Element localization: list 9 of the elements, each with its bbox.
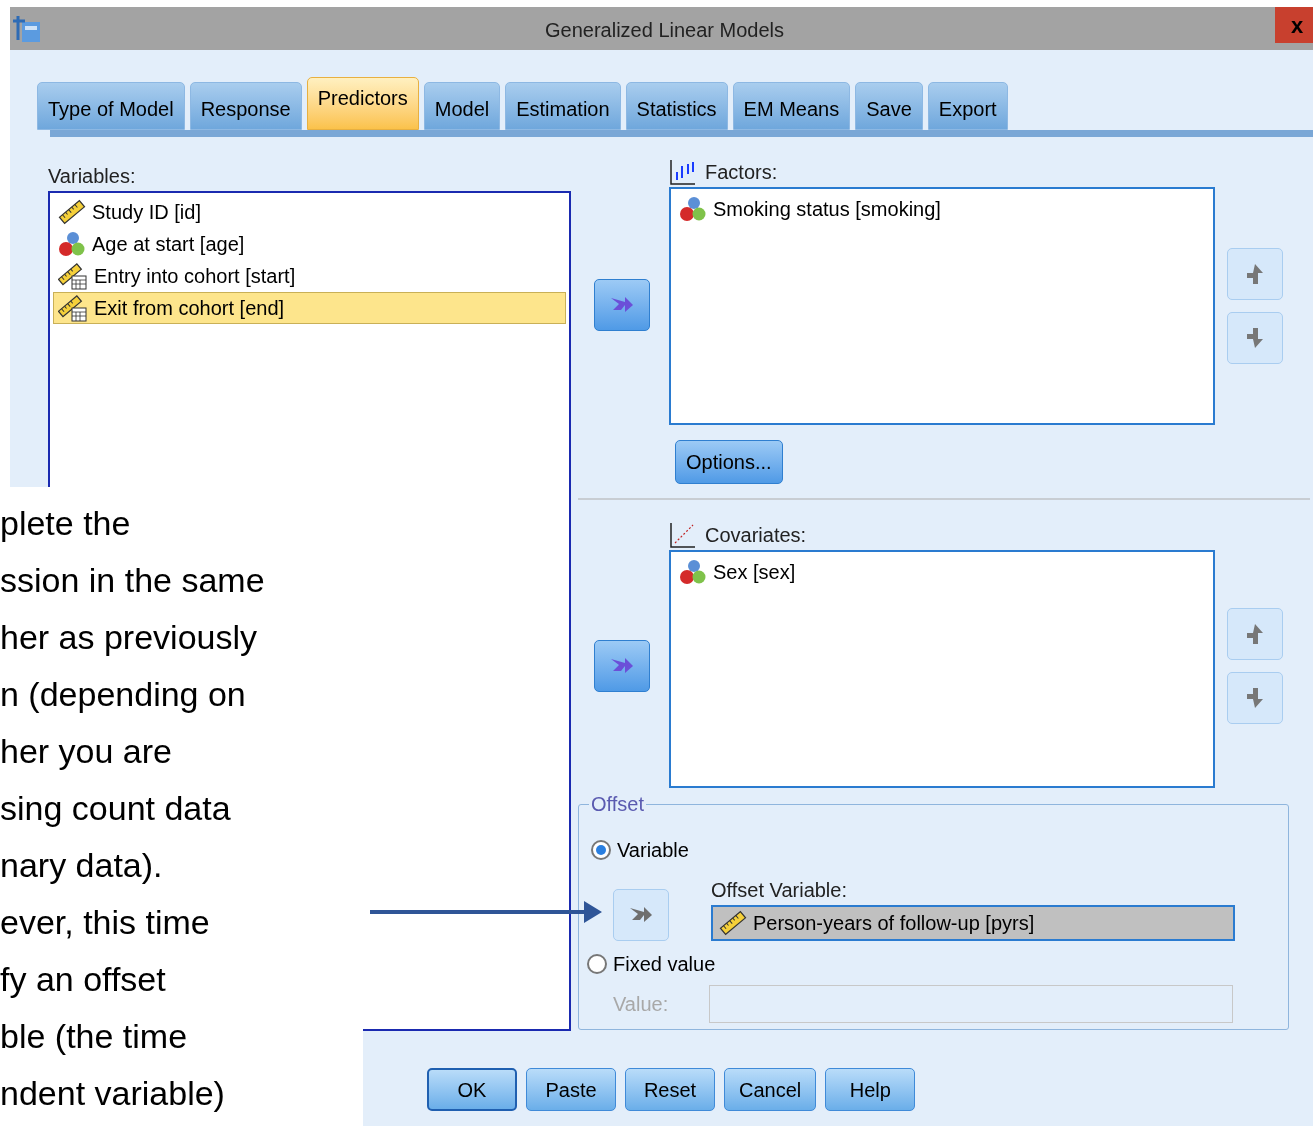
radio-label: Variable <box>617 838 689 863</box>
window-title: Generalized Linear Models <box>545 18 785 43</box>
factors-label: Factors: <box>705 160 778 185</box>
value-label: Value: <box>612 992 670 1017</box>
covariates-label: Covariates: <box>705 523 807 548</box>
radio-label: Fixed value <box>613 952 716 977</box>
variables-label: Variables: <box>48 164 137 189</box>
annotation-text: plete the ssion in the same her as previously n (depending on her you are sing count data nary data). ever, this time fy an offset ble (the time ndent variable) <box>0 503 265 1114</box>
offset-variable-label: Offset Variable: <box>711 878 848 903</box>
